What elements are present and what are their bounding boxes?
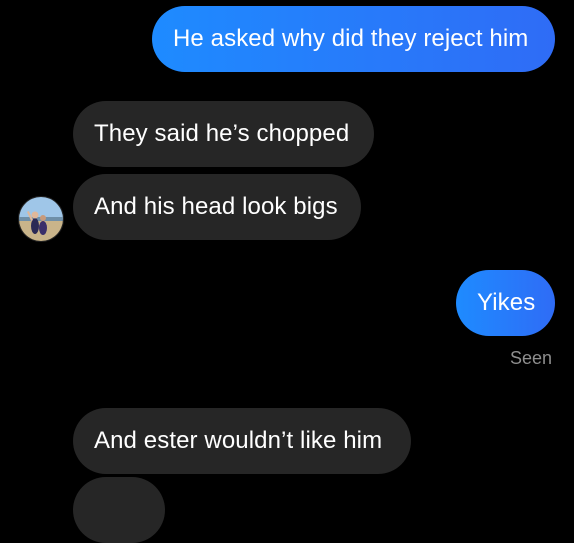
message-text: He asked why did they reject him (173, 25, 529, 52)
read-receipt: Seen (509, 348, 552, 368)
message-text: And ester wouldn’t like him (94, 427, 383, 454)
message-bubble-incoming[interactable]: And his head look bigs (73, 174, 361, 240)
message-text: And his head look bigs (94, 193, 338, 220)
message-bubble-incoming[interactable]: They said he’s chopped (73, 101, 374, 167)
message-bubble-outgoing[interactable]: Yikes (456, 270, 555, 336)
message-text: Yikes (477, 289, 536, 316)
message-bubble-incoming-partial[interactable] (73, 477, 165, 543)
avatar-photo-icon (19, 197, 63, 241)
message-bubble-incoming[interactable]: And ester wouldn’t like him (73, 408, 411, 474)
message-bubble-outgoing[interactable]: He asked why did they reject him (152, 6, 555, 72)
contact-avatar[interactable] (18, 196, 64, 242)
message-text: They said he’s chopped (94, 120, 350, 147)
